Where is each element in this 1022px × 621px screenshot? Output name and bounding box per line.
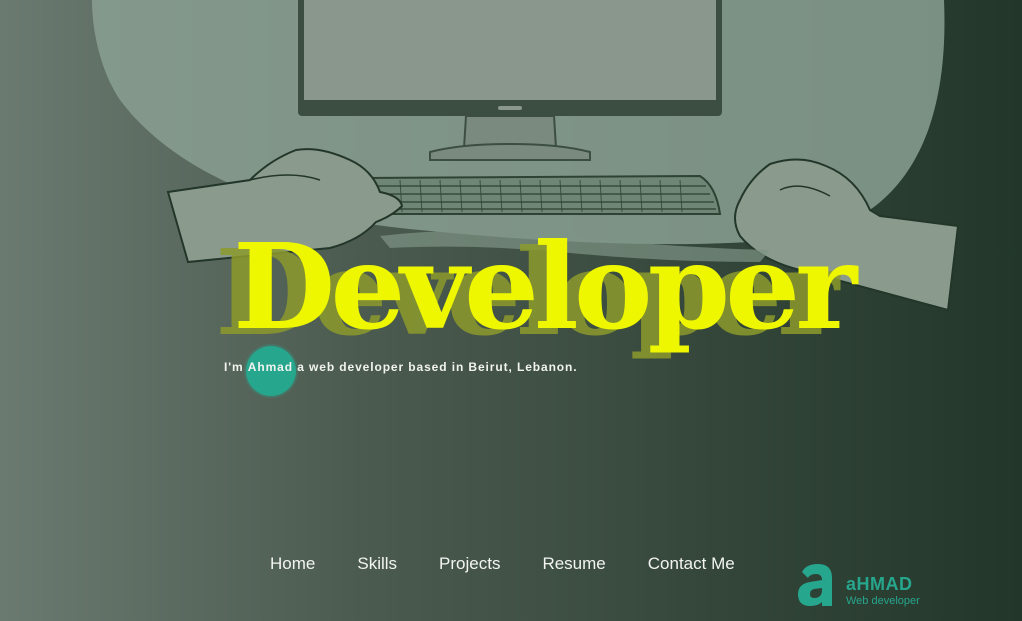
hero-tagline: I'm Ahmad a web developer based in Beiru… <box>224 346 578 396</box>
hero-title: Developer <box>233 217 857 356</box>
nav-link-home[interactable]: Home <box>270 554 315 574</box>
nav-link-contact[interactable]: Contact Me <box>648 554 735 574</box>
brand-logo[interactable]: aHMAD Web developer <box>794 562 934 610</box>
tagline-prefix: I'm <box>224 360 244 374</box>
logo-a-icon <box>798 564 832 606</box>
nav-link-skills[interactable]: Skills <box>357 554 397 574</box>
nav-link-projects[interactable]: Projects <box>439 554 500 574</box>
logo-subtitle: Web developer <box>846 595 920 607</box>
logo-name: aHMAD <box>846 574 913 594</box>
tagline-name: Ahmad <box>247 360 293 374</box>
tagline-suffix: a web developer based in Beirut, Lebanon… <box>297 360 578 374</box>
tagline-name-chip: Ahmad <box>245 346 296 396</box>
nav-link-resume[interactable]: Resume <box>542 554 605 574</box>
main-nav: Home Skills Projects Resume Contact Me <box>270 554 777 574</box>
